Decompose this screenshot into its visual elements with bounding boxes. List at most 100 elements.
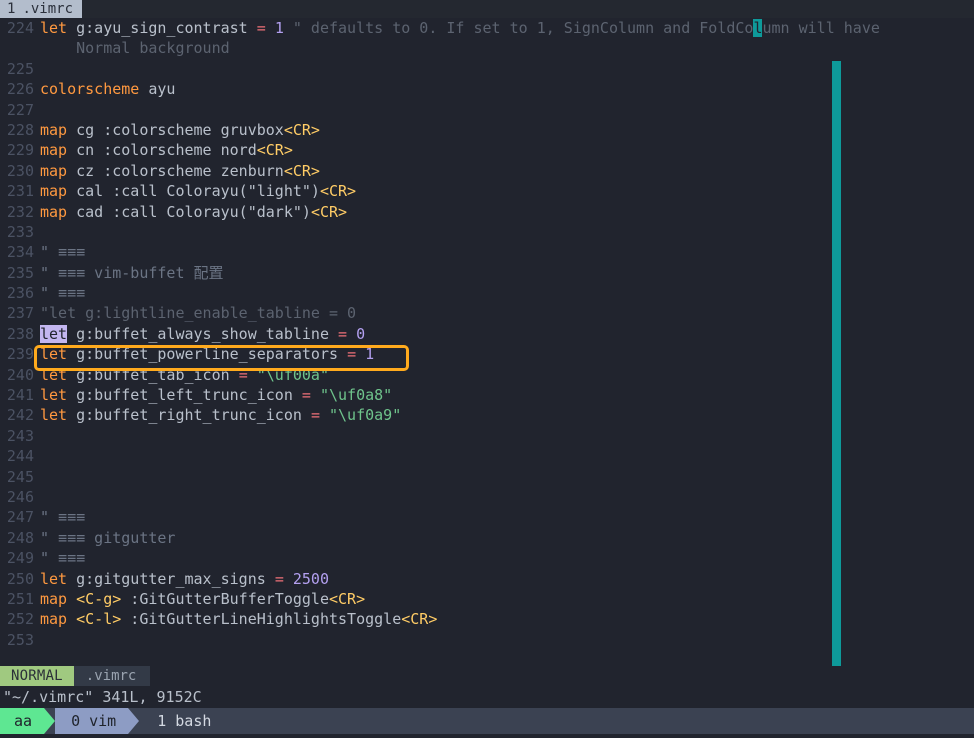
token-op: = — [310, 406, 320, 425]
token-ident: cz :colorscheme zenburn — [67, 161, 284, 180]
token-op: = — [347, 345, 357, 364]
token-ident: g:buffet_left_trunc_icon — [67, 386, 302, 405]
line-number: 251 — [6, 589, 34, 608]
token-cmt2: " ≡≡≡ — [40, 284, 86, 303]
code-line: 239 let g:buffet_powerline_separators = 1 — [0, 344, 974, 364]
line-content: " ≡≡≡ — [34, 242, 85, 262]
line-number: 246 — [6, 487, 34, 506]
line-content: " ≡≡≡ — [34, 283, 85, 303]
code-line: 240 let g:buffet_tab_icon = "\uf00a" — [0, 365, 974, 385]
token-cmt: "let g:lightline_enable_tabline = 0 — [40, 304, 357, 323]
line-number: 238 — [6, 324, 34, 343]
line-content: " ≡≡≡ — [34, 507, 85, 527]
token-ident: ayu — [139, 80, 176, 99]
token-kw: map — [40, 589, 68, 608]
line-number: 245 — [6, 467, 34, 486]
line-content: let g:buffet_left_trunc_icon = "\uf0a8" — [34, 385, 392, 405]
tmux-session-name[interactable]: aa — [0, 708, 45, 734]
token-cmt2: " ≡≡≡ vim-buffet 配置 — [40, 263, 224, 282]
line-number: 229 — [6, 141, 34, 160]
tab-vimrc[interactable]: 1 .vimrc — [0, 0, 83, 18]
token-cmt2: " ≡≡≡ — [40, 243, 86, 262]
token-ident — [347, 325, 356, 343]
token-kw: let — [40, 365, 68, 384]
editor-buffer[interactable]: 224 let g:ayu_sign_contrast = 1 " default… — [0, 18, 974, 666]
line-content: map cad :call Colorayu("dark")<CR> — [34, 202, 347, 222]
token-str: "\uf0a9" — [329, 406, 402, 425]
line-number: 235 — [6, 263, 34, 282]
token-spec: <CR> — [329, 589, 366, 608]
token-num: 1 — [365, 345, 375, 364]
line-content: " ≡≡≡ vim-buffet 配置 — [34, 263, 224, 283]
code-line: 249 " ≡≡≡ — [0, 548, 974, 568]
token-kw: let — [40, 569, 68, 588]
code-line: 236 " ≡≡≡ — [0, 283, 974, 303]
line-number: 226 — [6, 80, 34, 99]
vertical-scrollbar[interactable] — [832, 61, 841, 666]
token-ident — [311, 386, 320, 404]
token-op: = — [238, 365, 248, 384]
line-content: " ≡≡≡ — [34, 548, 85, 568]
token-ident: cn :colorscheme nord — [67, 141, 257, 160]
line-content: let g:gitgutter_max_signs = 2500 — [34, 569, 329, 589]
token-ident — [284, 570, 293, 588]
token-str: "\uf0a8" — [319, 386, 393, 405]
token-ident: cg :colorscheme gruvbox — [67, 120, 284, 139]
token-ident: cal :call Colorayu("light") — [67, 182, 320, 201]
line-number: 249 — [6, 549, 34, 568]
token-ident: g:buffet_powerline_separators — [67, 345, 348, 364]
line-content: map cg :colorscheme gruvbox<CR> — [34, 120, 320, 140]
tmux-window-1[interactable]: 1 bash — [139, 708, 224, 734]
line-content: map <C-l> :GitGutterLineHighlightsToggle… — [34, 609, 437, 629]
line-number: 237 — [6, 304, 34, 323]
token-kw: map — [40, 182, 68, 201]
token-sel: let — [40, 324, 68, 343]
token-spec: <CR> — [401, 610, 438, 629]
token-kw: map — [40, 610, 68, 629]
tmux-separator-arrow-icon — [44, 708, 56, 734]
line-content: let g:buffet_right_trunc_icon = "\uf0a9" — [34, 405, 401, 425]
token-cmt2: " ≡≡≡ gitgutter — [40, 528, 176, 547]
token-spec: <CR> — [256, 141, 293, 160]
line-number: 234 — [6, 243, 34, 262]
code-line: 227 — [0, 100, 974, 120]
line-number: 242 — [6, 406, 34, 425]
token-kw: map — [40, 141, 68, 160]
tab-label: .vimrc — [22, 1, 74, 17]
line-number: 241 — [6, 386, 34, 405]
line-number: 232 — [6, 202, 34, 221]
token-op: = — [301, 386, 311, 405]
tmux-separator-arrow-icon-2 — [128, 708, 140, 734]
line-number: 240 — [6, 365, 34, 384]
token-ident: :GitGutterLineHighlightsToggle — [121, 610, 402, 629]
token-kw: map — [40, 202, 68, 221]
token-spec: <C-l> — [76, 610, 122, 629]
code-line: 228 map cg :colorscheme gruvbox<CR> — [0, 120, 974, 140]
code-line: 253 — [0, 630, 974, 650]
token-op: = — [256, 19, 266, 37]
code-lines: 224 let g:ayu_sign_contrast = 1 " default… — [0, 18, 974, 650]
token-kw: let — [40, 345, 68, 364]
line-number: 244 — [6, 447, 34, 466]
token-ident: :GitGutterBufferToggle — [121, 589, 329, 608]
tabline: 1 .vimrc — [0, 0, 974, 18]
line-content: let g:buffet_tab_icon = "\uf00a" — [34, 365, 329, 385]
code-line: 232 map cad :call Colorayu("dark")<CR> — [0, 202, 974, 222]
line-number: 231 — [6, 182, 34, 201]
code-line: 246 — [0, 487, 974, 507]
line-number: 236 — [6, 284, 34, 303]
vim-message-line: "~/.vimrc" 341L, 9152C — [0, 686, 974, 708]
line-number: 225 — [6, 59, 34, 78]
token-cmt: Normal background — [40, 39, 230, 58]
token-kw: let — [40, 19, 68, 37]
statusline-filler — [150, 666, 974, 686]
token-ident — [284, 19, 293, 37]
line-number: 233 — [6, 222, 34, 241]
tabline-filler — [82, 0, 974, 18]
code-line: 225 — [0, 59, 974, 79]
line-content: let g:buffet_always_show_tabline = 0 — [34, 324, 365, 344]
line-content: map cz :colorscheme zenburn<CR> — [34, 161, 320, 181]
token-ident: g:buffet_always_show_tabline — [67, 324, 339, 343]
token-ident: g:ayu_sign_contrast — [67, 19, 257, 37]
tmux-window-0[interactable]: 0 vim — [55, 708, 129, 734]
